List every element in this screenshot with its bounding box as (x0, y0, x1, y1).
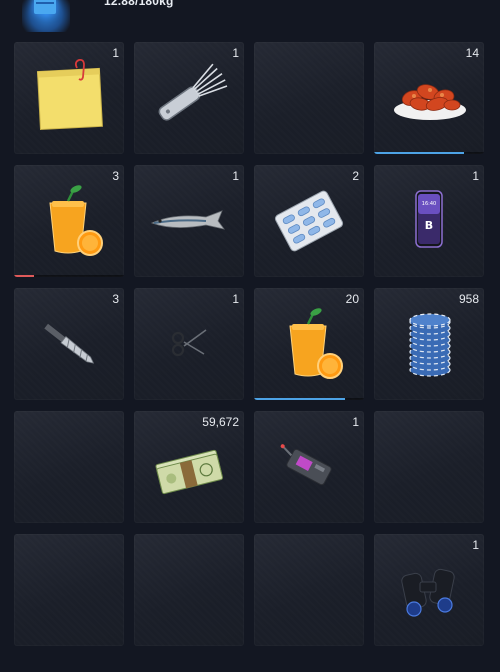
inventory-slot-sticky-note[interactable]: 1 (14, 42, 124, 154)
item-quantity: 3 (112, 292, 119, 306)
inventory-grid: 1 1 14 3 1 2 16:40 B 1 3 1 20 958 59,672… (14, 42, 484, 646)
inventory-slot-empty[interactable] (134, 534, 244, 646)
durability-bar-fill (254, 398, 346, 400)
inventory-slot-empty[interactable] (254, 534, 364, 646)
inventory-slot-binoculars[interactable]: 1 (374, 534, 484, 646)
durability-bar (14, 275, 124, 277)
item-quantity: 1 (472, 169, 479, 183)
durability-bar (374, 152, 484, 154)
inventory-header: 12.88/180kg (0, 0, 500, 36)
inventory-slot-empty[interactable] (14, 534, 124, 646)
inventory-slot-sardine[interactable]: 1 (134, 165, 244, 277)
item-quantity: 59,672 (202, 415, 239, 429)
inventory-slot-smartphone[interactable]: 16:40 B 1 (374, 165, 484, 277)
inventory-slot-empty[interactable] (374, 411, 484, 523)
svg-text:16:40: 16:40 (422, 201, 436, 207)
inventory-slot-hacking-device[interactable]: 1 (254, 411, 364, 523)
inventory-slot-casino-chips[interactable]: 958 (374, 288, 484, 400)
item-quantity: 1 (232, 292, 239, 306)
durability-bar-fill (374, 152, 465, 154)
inventory-slot-empty[interactable] (14, 411, 124, 523)
svg-text:B: B (425, 219, 433, 232)
inventory-slot-drill-bit[interactable]: 3 (14, 288, 124, 400)
item-quantity: 1 (112, 46, 119, 60)
inventory-slot-cash-stack[interactable]: 59,672 (134, 411, 244, 523)
inventory-slot-chicken-wings[interactable]: 14 (374, 42, 484, 154)
durability-bar (254, 398, 364, 400)
item-quantity: 1 (232, 169, 239, 183)
inventory-slot-orange-juice[interactable]: 3 (14, 165, 124, 277)
inventory-slot-pill-pack[interactable]: 2 (254, 165, 364, 277)
item-quantity: 1 (472, 538, 479, 552)
inventory-slot-lockpick-set[interactable]: 1 (134, 42, 244, 154)
item-quantity: 2 (352, 169, 359, 183)
item-quantity: 958 (458, 292, 479, 306)
item-quantity: 1 (232, 46, 239, 60)
item-quantity: 20 (345, 292, 359, 306)
weight-readout: 12.88/180kg (104, 0, 174, 8)
item-quantity: 1 (352, 415, 359, 429)
inventory-badge (22, 0, 70, 32)
item-quantity: 14 (465, 46, 479, 60)
inventory-slot-empty[interactable] (254, 42, 364, 154)
item-quantity: 3 (112, 169, 119, 183)
inventory-slot-orange-juice[interactable]: 20 (254, 288, 364, 400)
box-icon (34, 0, 56, 14)
durability-bar-fill (14, 275, 34, 277)
inventory-slot-scissors[interactable]: 1 (134, 288, 244, 400)
